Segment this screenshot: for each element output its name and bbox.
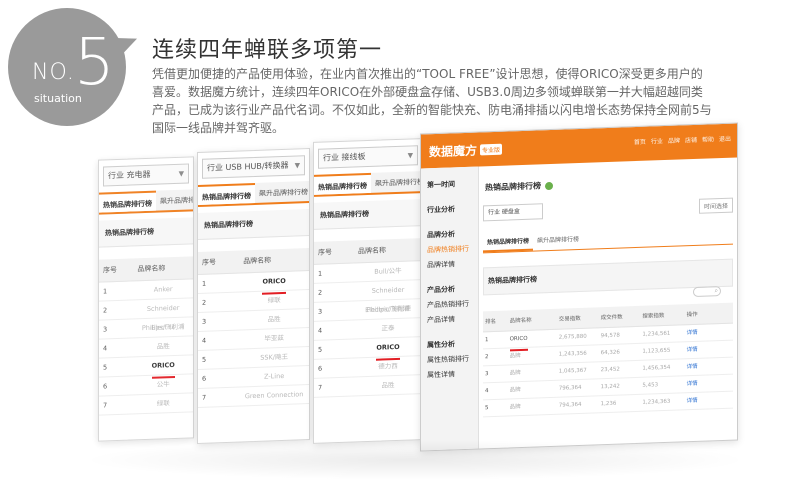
tab-bar: 热销品牌排行榜 飙升品牌排行榜 [99,189,194,215]
headline: 连续四年蝉联多项第一 [152,38,383,63]
dashboard-title: 数据魔方 [429,143,478,159]
table-row: 7 品胜 [314,375,422,398]
detail-link[interactable]: 详情 [687,324,731,342]
ranking-panel-charger: 行业 充电器 ▼ 热销品牌排行榜 飙升品牌排行榜 热销品牌排行榜 序号 品牌名称 1… [98,156,194,442]
tab-rising-brands[interactable]: 飙升品牌排行榜 [156,189,194,211]
tab-hot-brands[interactable]: 热销品牌排行榜 [198,182,255,205]
tab-rising-brands[interactable]: 飙升品牌排行榜 [371,171,423,193]
sidebar-item[interactable]: 品牌详情 [421,257,478,274]
help-icon[interactable] [545,181,553,190]
badge-subtitle: situation [34,92,82,105]
nav-item[interactable]: 品牌 [668,135,680,144]
floor-shadow [80,440,750,480]
filter-bar: 行业 硬盘盒 时间选择 [483,197,733,222]
chevron-down-icon: ▼ [178,169,184,178]
nav-item[interactable]: 退出 [719,134,731,143]
chevron-down-icon: ▼ [407,151,413,160]
tab-bar: 热销品牌排行榜 飙升品牌排行榜 [314,171,423,197]
tab-hot-brands[interactable]: 热销品牌排行榜 [99,190,156,213]
top-nav: 首页 行业 品牌 店铺 帮助 退出 [634,134,731,146]
tab-bar: 热销品牌排行榜 飙升品牌排行榜 [198,181,309,207]
date-picker[interactable]: 时间选择 [698,197,733,214]
nav-item[interactable]: 帮助 [702,134,714,143]
badge-number: 5 [74,26,115,100]
section-title: 热销品牌排行榜 [198,209,309,240]
tab-bar: 热销品牌排行榜 飙升品牌排行榜 [483,224,733,254]
industry-select[interactable]: 行业 接线板 ▼ [318,145,418,169]
content-title: 热销品牌排行榜 [483,164,733,200]
tab-hot-brands[interactable]: 热销品牌排行榜 [483,231,534,253]
detail-link[interactable]: 详情 [687,375,731,393]
table-row: 7 绿联 [99,393,193,416]
sidebar-item[interactable]: 行业分析 [421,202,478,219]
tab-rising-brands[interactable]: 飙升品牌排行榜 [255,181,310,203]
table-header: 序号 品牌名称 [99,256,193,283]
sidebar: 第一时间 行业分析 品牌分析 品牌热销排行 品牌详情 产品分析 产品热销排行 产… [421,166,479,451]
detail-link[interactable]: 详情 [687,341,731,359]
table-row: 7 Green Connection [198,385,309,408]
sidebar-item[interactable]: 产品详情 [421,312,478,329]
industry-select[interactable]: 行业 充电器 ▼ [103,163,189,187]
search-icon[interactable]: ⌕ [693,286,721,298]
edition-tag: 专业版 [480,143,503,155]
sidebar-item[interactable]: 第一时间 [421,177,478,194]
tab-hot-brands[interactable]: 热销品牌排行榜 [314,172,371,195]
nav-item[interactable]: 店铺 [685,135,697,144]
data-cube-dashboard: 数据魔方 专业版 首页 行业 品牌 店铺 帮助 退出 第一时间 行业分析 品牌分… [420,122,738,452]
situation-badge: NO. 5 situation [8,8,126,126]
section-title: 热销品牌排行榜 [99,217,193,248]
main-content: 热销品牌排行榜 行业 硬盘盒 时间选择 热销品牌排行榜 飙升品牌排行榜 热销品牌… [483,164,733,449]
nav-item[interactable]: 首页 [634,137,646,146]
detail-link[interactable]: 详情 [687,358,731,376]
detail-link[interactable]: 详情 [687,392,731,410]
tab-rising-brands[interactable]: 飙升品牌排行榜 [533,230,583,251]
industry-select[interactable]: 行业 硬盘盒 [483,203,543,222]
nav-item[interactable]: 行业 [651,136,663,145]
ranking-panel-usb-hub: 行业 USB HUB/转换器 ▼ 热销品牌排行榜 飙升品牌排行榜 热销品牌排行榜 … [197,148,310,444]
sidebar-item[interactable]: 属性详情 [421,367,478,384]
industry-select[interactable]: 行业 USB HUB/转换器 ▼ [202,155,305,179]
badge-prefix: NO. [32,60,75,85]
chevron-down-icon: ▼ [294,161,300,170]
section-title: 热销品牌排行榜 [314,199,422,230]
ranking-panel-power-strip: 行业 接线板 ▼ 热销品牌排行榜 飙升品牌排行榜 热销品牌排行榜 序号 品牌名称 1… [313,138,423,444]
